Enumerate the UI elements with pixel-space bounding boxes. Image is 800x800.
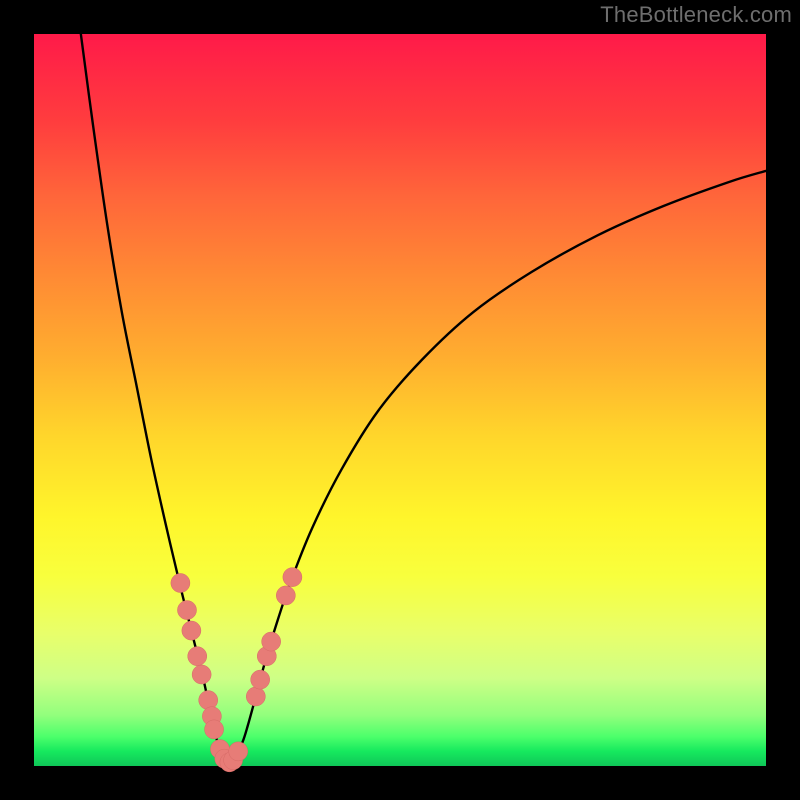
- marker-point: [246, 687, 265, 706]
- marker-point: [177, 601, 196, 620]
- marker-point: [171, 573, 190, 592]
- marker-group: [171, 568, 302, 772]
- curve-group: [81, 34, 766, 764]
- marker-point: [182, 621, 201, 640]
- curve-right-branch: [229, 171, 766, 764]
- marker-point: [188, 647, 207, 666]
- marker-point: [192, 665, 211, 684]
- marker-point: [229, 742, 248, 761]
- marker-point: [276, 586, 295, 605]
- bottleneck-chart: [0, 0, 800, 800]
- marker-point: [262, 632, 281, 651]
- marker-point: [283, 568, 302, 587]
- marker-point: [205, 720, 224, 739]
- marker-point: [199, 691, 218, 710]
- marker-point: [251, 670, 270, 689]
